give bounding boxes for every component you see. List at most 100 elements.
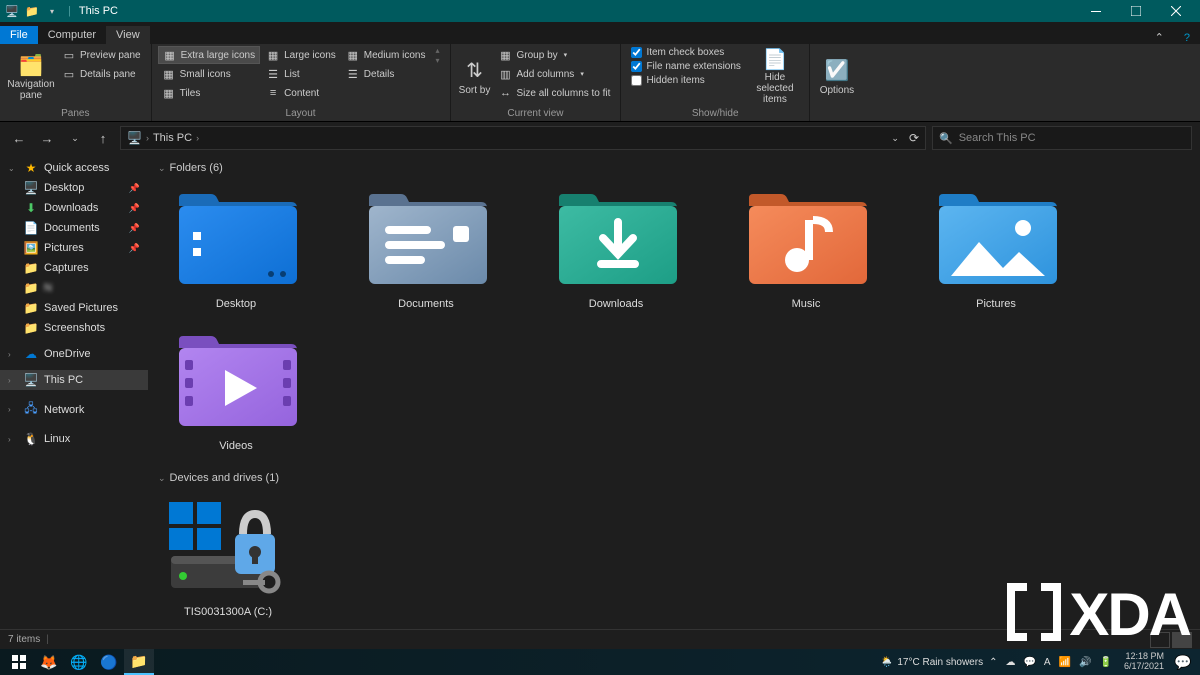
folder-desktop[interactable]: Desktop: [166, 188, 306, 310]
taskbar-clock[interactable]: 12:18 PM 6/17/2021: [1118, 652, 1170, 672]
sidebar-documents[interactable]: 📄Documents📌: [0, 218, 148, 238]
ribbon-group-panes: 🗂️ Navigation pane ▭Preview pane ▭Detail…: [0, 44, 152, 121]
sidebar-linux[interactable]: ›🐧Linux: [0, 429, 148, 449]
tab-view[interactable]: View: [106, 26, 150, 44]
tab-computer[interactable]: Computer: [38, 26, 106, 44]
separator: |: [68, 5, 71, 17]
recent-dropdown-button[interactable]: ⌄: [64, 127, 86, 149]
folder-documents[interactable]: Documents: [356, 188, 496, 310]
drives-section-header[interactable]: ⌄ Devices and drives (1): [158, 468, 1190, 488]
breadcrumb-this-pc[interactable]: This PC: [153, 132, 192, 144]
folders-grid: Desktop Documents: [158, 178, 1190, 468]
hide-selected-button[interactable]: 📄 Hide selected items: [747, 46, 803, 106]
folder-downloads[interactable]: Downloads: [546, 188, 686, 310]
minimize-button[interactable]: [1076, 0, 1116, 22]
tray-volume-icon[interactable]: 🔊: [1079, 657, 1091, 668]
group-by-button[interactable]: ▦Group by▾: [495, 46, 615, 64]
desktop-folder-icon: [171, 188, 301, 288]
hidden-items-checkbox[interactable]: Hidden items: [627, 74, 745, 87]
qat-dropdown-icon[interactable]: ▾: [44, 3, 60, 19]
up-button[interactable]: ↑: [92, 127, 114, 149]
sidebar-quick-access[interactable]: ⌄★Quick access: [0, 158, 148, 178]
list-icon: ☰: [266, 68, 280, 81]
tray-chevron-icon[interactable]: ⌃: [989, 657, 997, 668]
details-icon: ☰: [346, 68, 360, 81]
address-bar[interactable]: 🖥️ › This PC › ⌄ ⟳: [120, 126, 926, 150]
sidebar-pictures[interactable]: 🖼️Pictures📌: [0, 238, 148, 258]
sidebar-captures[interactable]: 📁Captures: [0, 258, 148, 278]
tray-meet-icon[interactable]: 💬: [1023, 657, 1035, 668]
tray-battery-icon[interactable]: 🔋: [1100, 657, 1112, 668]
folder-pictures[interactable]: Pictures: [926, 188, 1066, 310]
view-details-button[interactable]: [1150, 632, 1170, 648]
titlebar: 🖥️ 📁 ▾ | This PC: [0, 0, 1200, 22]
layout-large-button[interactable]: ▦Large icons: [262, 46, 340, 64]
sidebar-saved-pictures[interactable]: 📁Saved Pictures: [0, 298, 148, 318]
file-extensions-checkbox[interactable]: File name extensions: [627, 60, 745, 73]
maximize-button[interactable]: [1116, 0, 1156, 22]
status-bar: 7 items |: [0, 629, 1200, 649]
options-button[interactable]: ☑️ Options: [816, 46, 858, 106]
forward-button[interactable]: →: [36, 127, 58, 149]
tiles-icon: ▦: [162, 87, 176, 100]
add-columns-button[interactable]: ▥Add columns▾: [495, 65, 615, 83]
ribbon-group-options: ☑️ Options: [810, 44, 864, 121]
layout-content-button[interactable]: ≡Content: [262, 84, 340, 102]
back-button[interactable]: ←: [8, 127, 30, 149]
layout-small-button[interactable]: ▦Small icons: [158, 65, 260, 83]
navigation-pane-button[interactable]: 🗂️ Navigation pane: [6, 46, 56, 106]
taskbar-edge[interactable]: 🔵: [94, 649, 124, 675]
sidebar-screenshots[interactable]: 📁Screenshots: [0, 318, 148, 338]
weather-icon: 🌦️: [881, 657, 893, 668]
layout-extra-large-button[interactable]: ▦Extra large icons: [158, 46, 260, 64]
pc-icon: 🖥️: [127, 131, 142, 145]
taskbar-weather[interactable]: 🌦️ 17°C Rain showers: [881, 657, 983, 668]
preview-pane-button[interactable]: ▭Preview pane: [58, 46, 145, 64]
ribbon-collapse-icon[interactable]: ⌃: [1145, 31, 1174, 44]
help-icon[interactable]: ?: [1174, 32, 1200, 44]
sidebar-this-pc[interactable]: ›🖥️This PC: [0, 370, 148, 390]
sidebar-network[interactable]: ›🖧Network: [0, 396, 148, 423]
tray-onedrive-icon[interactable]: ☁: [1005, 657, 1015, 668]
details-pane-button[interactable]: ▭Details pane: [58, 65, 145, 83]
folders-section-header[interactable]: ⌄ Folders (6): [158, 158, 1190, 178]
drive-c[interactable]: TIS0031300A (C:): [158, 496, 298, 618]
start-button[interactable]: [4, 649, 34, 675]
pictures-folder-icon: [931, 188, 1061, 288]
folder-icon[interactable]: 📁: [24, 3, 40, 19]
item-check-boxes-checkbox[interactable]: Item check boxes: [627, 46, 745, 59]
taskbar-file-explorer[interactable]: 📁: [124, 649, 154, 675]
chevron-right-icon: ›: [8, 405, 18, 414]
tab-file[interactable]: File: [0, 26, 38, 44]
layout-details-button[interactable]: ☰Details: [342, 65, 430, 83]
ribbon-group-layout: ▦Extra large icons ▦Small icons ▦Tiles ▦…: [152, 44, 451, 121]
taskbar-edge-canary[interactable]: 🌐: [64, 649, 94, 675]
pin-icon: 📌: [129, 243, 140, 254]
folder-videos[interactable]: Videos: [166, 330, 306, 452]
refresh-button[interactable]: ⟳: [909, 131, 919, 145]
address-dropdown-icon[interactable]: ⌄: [891, 133, 899, 144]
sort-by-button[interactable]: ⇅ Sort by: [457, 46, 493, 106]
taskbar-notifications[interactable]: 💬: [1170, 649, 1196, 675]
window-title: This PC: [79, 5, 118, 17]
quick-access-toolbar: 🖥️ 📁 ▾ |: [4, 3, 75, 19]
sidebar-onedrive[interactable]: ›☁OneDrive: [0, 344, 148, 364]
size-columns-button[interactable]: ↔Size all columns to fit: [495, 84, 615, 102]
status-item-count: 7 items: [8, 634, 40, 645]
search-box[interactable]: 🔍 Search This PC: [932, 126, 1192, 150]
view-large-button[interactable]: [1172, 632, 1192, 648]
search-icon: 🔍: [939, 132, 953, 145]
sidebar-desktop[interactable]: 🖥️Desktop📌: [0, 178, 148, 198]
tray-language-icon[interactable]: A: [1044, 657, 1051, 668]
pc-icon: 🖥️: [24, 373, 38, 387]
taskbar-firefox[interactable]: 🦊: [34, 649, 64, 675]
sidebar-n[interactable]: 📁N: [0, 278, 148, 298]
layout-tiles-button[interactable]: ▦Tiles: [158, 84, 260, 102]
layout-list-button[interactable]: ☰List: [262, 65, 340, 83]
ribbon-tabs: File Computer View ⌃ ?: [0, 22, 1200, 44]
layout-medium-button[interactable]: ▦Medium icons: [342, 46, 430, 64]
close-button[interactable]: [1156, 0, 1196, 22]
tray-wifi-icon[interactable]: 📶: [1059, 657, 1071, 668]
folder-music[interactable]: Music: [736, 188, 876, 310]
sidebar-downloads[interactable]: ⬇Downloads📌: [0, 198, 148, 218]
